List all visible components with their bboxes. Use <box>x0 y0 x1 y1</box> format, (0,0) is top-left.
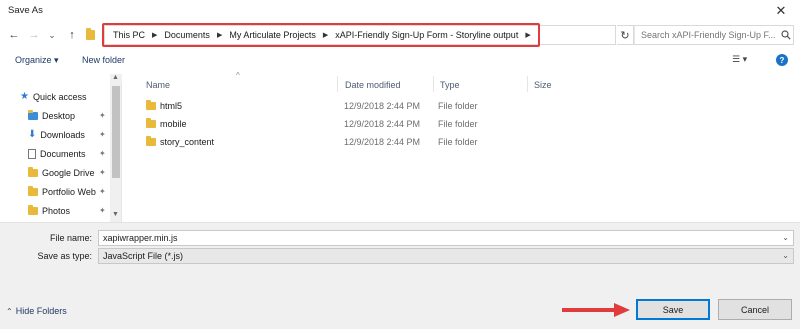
sidebar-item-quick-access[interactable]: ★ Quick access <box>0 87 110 106</box>
sidebar-item-photos[interactable]: Photos ✦ <box>0 201 110 220</box>
desktop-icon <box>28 109 38 120</box>
sort-ascending-icon: ^ <box>236 71 240 80</box>
download-icon: ⬇ <box>28 129 37 140</box>
forward-arrow-icon[interactable]: → <box>26 27 42 43</box>
column-header-name[interactable]: Name <box>146 80 170 90</box>
command-bar: Organize ▾ New folder ☰ ▾ ? <box>0 50 800 72</box>
folder-icon <box>28 185 38 196</box>
hide-folders-label: Hide Folders <box>15 306 67 316</box>
sidebar-item-google-drive[interactable]: Google Drive ✦ <box>0 163 110 182</box>
refresh-icon[interactable]: ↻ <box>617 25 634 45</box>
hide-folders-toggle[interactable]: ⌃ Hide Folders <box>6 306 67 316</box>
file-name: story_content <box>160 137 215 147</box>
file-name: html5 <box>160 101 183 111</box>
pin-icon: ✦ <box>99 187 106 196</box>
file-row[interactable]: mobile 12/9/2018 2:44 PM File folder <box>140 116 478 133</box>
pin-icon: ✦ <box>99 149 106 158</box>
sidebar-item-documents[interactable]: Documents ✦ <box>0 144 110 163</box>
recent-locations-chevron-icon[interactable]: ⌄ <box>44 27 60 43</box>
file-row[interactable]: html5 12/9/2018 2:44 PM File folder <box>140 98 478 115</box>
file-date: 12/9/2018 2:44 PM <box>344 119 421 129</box>
file-type: File folder <box>438 137 478 147</box>
pin-icon: ✦ <box>99 130 106 139</box>
sidebar-item-label: Portfolio Web <box>42 186 96 197</box>
pin-icon: ✦ <box>99 206 106 215</box>
navigation-pane: ★ Quick access Desktop ✦ ⬇ Downloads ✦ D… <box>0 84 122 222</box>
column-header-date-modified[interactable]: Date modified <box>345 80 401 90</box>
chevron-down-icon[interactable]: ⌄ <box>782 233 789 242</box>
window-title: Save As <box>8 5 43 16</box>
folder-icon <box>28 204 38 215</box>
file-row[interactable]: story_content 12/9/2018 2:44 PM File fol… <box>140 134 478 151</box>
column-divider[interactable] <box>433 76 434 92</box>
sidebar-item-label: Photos <box>42 205 71 216</box>
file-name-field[interactable]: xapiwrapper.min.js ⌄ <box>98 230 794 246</box>
sidebar-item-label: Documents <box>40 148 86 159</box>
documents-icon <box>28 148 36 159</box>
column-divider[interactable] <box>337 76 338 92</box>
column-header-type[interactable]: Type <box>440 80 460 90</box>
file-name-label: File name: <box>49 233 92 243</box>
file-name-value: xapiwrapper.min.js <box>103 233 178 243</box>
save-as-type-select[interactable]: JavaScript File (*.js) ⌄ <box>98 248 794 264</box>
sidebar-item-desktop[interactable]: Desktop ✦ <box>0 106 110 125</box>
new-folder-button[interactable]: New folder <box>82 55 125 65</box>
annotation-arrow-icon <box>562 303 630 317</box>
file-type: File folder <box>438 101 478 111</box>
view-options-icon[interactable]: ☰ ▾ <box>732 54 747 65</box>
up-arrow-icon[interactable]: ↑ <box>64 27 80 43</box>
star-icon: ★ <box>20 91 29 102</box>
file-type: File folder <box>438 119 478 129</box>
search-box[interactable] <box>634 25 794 45</box>
title-bar: Save As ✕ <box>0 0 800 22</box>
file-date: 12/9/2018 2:44 PM <box>344 137 421 147</box>
folder-location-icon <box>86 28 99 40</box>
chevron-up-icon: ⌃ <box>6 306 13 316</box>
folder-icon <box>146 118 156 128</box>
column-divider[interactable] <box>527 76 528 92</box>
pin-icon: ✦ <box>99 168 106 177</box>
close-icon[interactable]: ✕ <box>766 0 796 22</box>
sidebar-item-label: Downloads <box>40 129 85 140</box>
cancel-button[interactable]: Cancel <box>718 299 792 320</box>
search-input[interactable] <box>641 30 791 40</box>
sidebar-item-label: Desktop <box>42 110 76 121</box>
file-date: 12/9/2018 2:44 PM <box>344 101 421 111</box>
help-icon[interactable]: ? <box>776 54 788 66</box>
search-icon[interactable] <box>781 30 791 40</box>
sidebar-item-label: Quick access <box>32 91 87 102</box>
organize-menu[interactable]: Organize ▾ <box>15 55 59 66</box>
back-arrow-icon[interactable]: ← <box>6 27 22 43</box>
save-button[interactable]: Save <box>636 299 710 320</box>
chevron-down-icon[interactable]: ⌄ <box>782 251 789 260</box>
pin-icon: ✦ <box>99 111 106 120</box>
save-as-type-value: JavaScript File (*.js) <box>103 251 184 261</box>
file-name: mobile <box>160 119 187 129</box>
column-header-size[interactable]: Size <box>534 80 552 90</box>
folder-icon <box>146 136 156 146</box>
folder-icon <box>146 100 156 110</box>
google-drive-icon <box>28 166 38 177</box>
breadcrumb-annotation-box <box>102 23 540 47</box>
scroll-up-icon[interactable]: ▲ <box>112 74 119 81</box>
sidebar-item-portfolio-web[interactable]: Portfolio Web ✦ <box>0 182 110 201</box>
save-as-type-label: Save as type: <box>37 251 92 261</box>
sidebar-item-downloads[interactable]: ⬇ Downloads ✦ <box>0 125 110 144</box>
sidebar-item-label: Google Drive <box>42 167 95 178</box>
